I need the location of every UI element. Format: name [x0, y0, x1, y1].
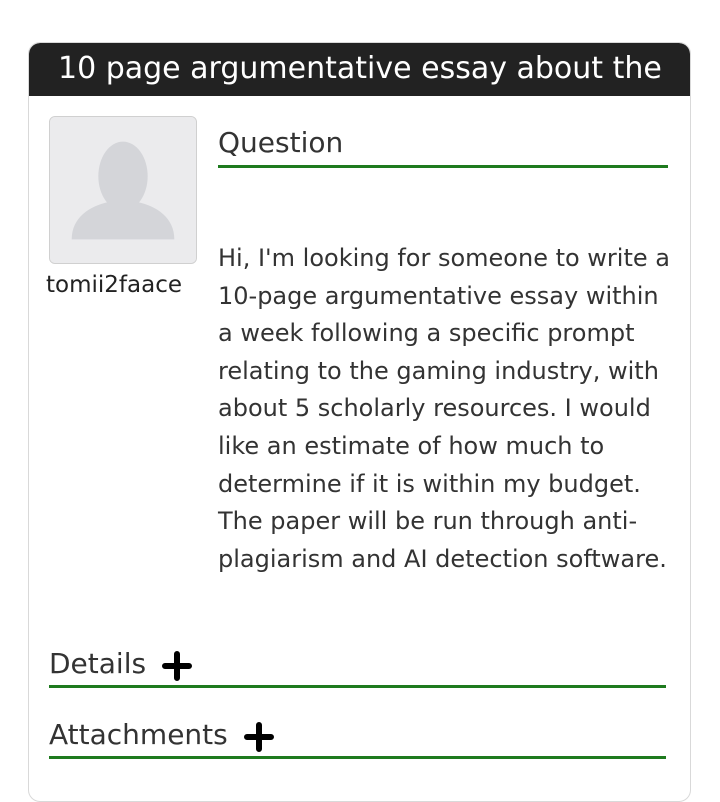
question-heading: Question — [218, 125, 668, 168]
user-silhouette-icon — [50, 117, 196, 263]
title-bar: 10 page argumentative essay about the ga… — [29, 43, 690, 96]
question-card: 10 page argumentative essay about the ga… — [28, 42, 691, 802]
plus-icon[interactable] — [244, 722, 274, 752]
details-label: Details — [49, 647, 147, 680]
attachments-section[interactable]: Attachments — [49, 716, 666, 759]
question-title: 10 page argumentative essay about the ga… — [58, 51, 664, 86]
question-heading-label: Question — [218, 126, 344, 159]
avatar[interactable] — [49, 116, 197, 264]
attachments-label: Attachments — [49, 718, 228, 751]
question-body: Hi, I'm looking for someone to write a 1… — [218, 244, 670, 573]
username[interactable]: tomii2faace — [45, 267, 183, 304]
plus-icon[interactable] — [162, 651, 192, 681]
details-section[interactable]: Details — [49, 645, 666, 688]
